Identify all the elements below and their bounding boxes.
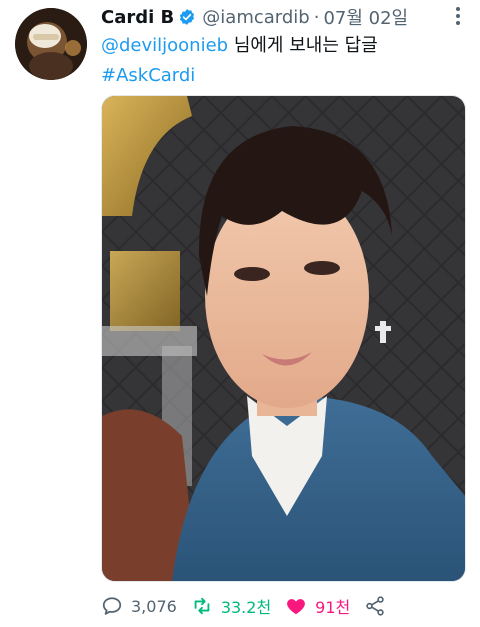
tweet-photo[interactable] <box>101 95 466 582</box>
photo-image <box>102 96 465 581</box>
share-button[interactable] <box>364 595 394 617</box>
display-name[interactable]: Cardi B <box>101 7 174 28</box>
more-options-button[interactable] <box>446 4 470 28</box>
avatar-image <box>15 8 87 80</box>
retweet-icon <box>194 597 210 615</box>
reply-button[interactable]: 3,076 <box>101 595 177 617</box>
user-handle[interactable]: @iamcardib <box>202 7 309 28</box>
tweet-header: Cardi B @iamcardib · 07월 02일 <box>101 4 440 30</box>
reply-context: @deviljoonieb 님에게 보내는 답글 <box>101 33 378 59</box>
like-button[interactable]: 91천 <box>285 594 350 618</box>
retweet-button[interactable]: 33.2천 <box>191 594 271 618</box>
more-vertical-icon <box>456 7 460 25</box>
heart-icon <box>287 599 306 615</box>
retweet-count: 33.2천 <box>220 598 272 617</box>
mention-link[interactable]: @deviljoonieb <box>101 35 228 56</box>
reply-count: 3,076 <box>131 596 177 616</box>
verified-badge-icon <box>180 9 195 25</box>
tweet-body: #AskCardi <box>101 63 195 89</box>
reply-icon <box>102 597 122 615</box>
separator: · <box>313 6 320 28</box>
timestamp[interactable]: 07월 02일 <box>323 4 408 30</box>
share-icon <box>366 596 384 616</box>
avatar[interactable] <box>15 8 87 80</box>
tweet-actions: 3,076 33.2천 91천 <box>101 592 408 620</box>
hashtag-link[interactable]: #AskCardi <box>101 65 195 86</box>
reply-context-text: 님에게 보내는 답글 <box>228 35 378 56</box>
like-count: 91천 <box>315 598 351 617</box>
